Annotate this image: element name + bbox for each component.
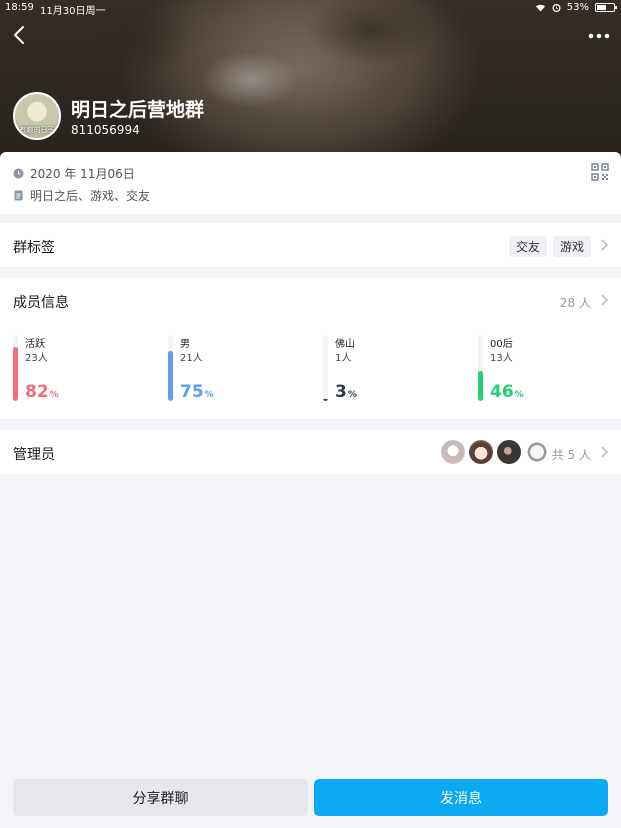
- members-section-title: 成员信息: [13, 295, 69, 311]
- stat-age: 00后 13人 46%: [478, 333, 618, 403]
- wifi-icon: [535, 4, 545, 12]
- admin-row[interactable]: 管理员 共 5 人: [0, 430, 621, 474]
- avatar: [525, 440, 549, 464]
- bottom-action-bar: 分享群聊 发消息: [0, 770, 621, 828]
- admin-count: 共 5 人: [551, 448, 591, 462]
- stat-bar: [13, 335, 18, 401]
- stat-bar: [323, 335, 328, 401]
- status-bar: 18:59 11月30日周一 53%: [0, 0, 621, 17]
- chevron-right-icon: [601, 294, 609, 306]
- tag-item: 游戏: [552, 236, 591, 257]
- member-info-card[interactable]: 成员信息 28 人 活跃 23人 82% 男 21人 75% 佛山 1人 3% …: [0, 278, 621, 419]
- chevron-right-icon: [601, 446, 609, 458]
- tag-list: 交友 游戏: [508, 236, 591, 257]
- share-group-button[interactable]: 分享群聊: [13, 779, 308, 816]
- stat-male: 男 21人 75%: [168, 333, 308, 403]
- status-date: 11月30日周一: [40, 6, 106, 17]
- admin-avatars: [441, 440, 549, 464]
- member-count: 28 人: [559, 296, 591, 310]
- stat-region: 佛山 1人 3%: [323, 333, 463, 403]
- stat-count: 21人: [180, 353, 203, 364]
- stat-percent: 46%: [490, 382, 524, 402]
- created-date: 2020 年 11月06日: [30, 167, 135, 181]
- stat-count: 1人: [335, 353, 352, 364]
- stat-bar-fill: [168, 351, 173, 401]
- qr-code-icon[interactable]: [591, 163, 609, 181]
- stat-bar-fill: [13, 347, 18, 401]
- battery-icon: [595, 3, 617, 12]
- stat-bar-fill: [478, 371, 483, 401]
- group-name: 明日之后营地群: [71, 99, 205, 121]
- stat-percent: 82%: [25, 382, 59, 402]
- stat-percent: 3%: [335, 382, 357, 402]
- alarm-icon: [552, 4, 561, 12]
- battery-percent: 53%: [566, 2, 589, 13]
- stat-bar: [168, 335, 173, 401]
- stat-count: 13人: [490, 353, 513, 364]
- stat-bar-fill: [323, 399, 328, 401]
- more-options-icon[interactable]: [587, 26, 611, 44]
- avatar: [441, 440, 465, 464]
- group-avatar[interactable]: 有趣的日子: [13, 92, 61, 140]
- stat-active: 活跃 23人 82%: [13, 333, 153, 403]
- send-message-button[interactable]: 发消息: [314, 779, 608, 816]
- group-tags-row[interactable]: 群标签 交友 游戏: [0, 223, 621, 267]
- avatar: [497, 440, 521, 464]
- stat-count: 23人: [25, 353, 48, 364]
- stat-label: 男: [180, 339, 190, 350]
- admin-section-title: 管理员: [13, 447, 55, 463]
- stat-bar: [478, 335, 483, 401]
- document-icon: [14, 190, 23, 201]
- stat-percent: 75%: [180, 382, 214, 402]
- group-keywords: 明日之后、游戏、交友: [30, 189, 151, 203]
- avatar-caption: 有趣的日子: [19, 126, 55, 134]
- back-arrow-icon[interactable]: [10, 24, 30, 46]
- status-time: 18:59: [5, 2, 34, 13]
- tag-item: 交友: [508, 236, 547, 257]
- stat-label: 00后: [490, 339, 513, 350]
- avatar: [469, 440, 493, 464]
- stat-label: 活跃: [25, 339, 45, 350]
- tags-section-title: 群标签: [13, 240, 55, 256]
- clock-icon: [13, 168, 24, 179]
- chevron-right-icon: [601, 239, 609, 251]
- group-id: 811056994: [71, 123, 140, 137]
- stat-label: 佛山: [335, 339, 355, 350]
- group-info-card: 2020 年 11月06日 明日之后、游戏、交友: [0, 152, 621, 214]
